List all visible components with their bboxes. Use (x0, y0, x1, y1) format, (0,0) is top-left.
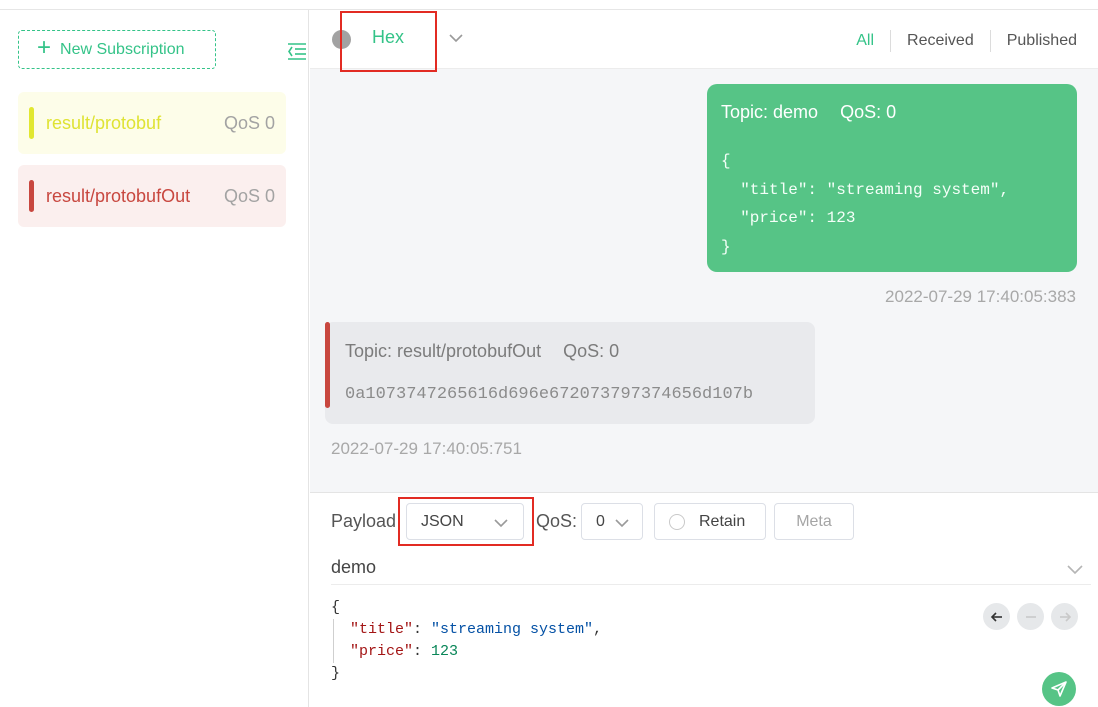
subscription-topic: result/protobuf (46, 112, 162, 133)
message-meta: Topic: demo QoS: 0 (721, 102, 896, 123)
highlight-box (398, 497, 534, 546)
json-key: "title" (350, 621, 414, 638)
mqttx-app: + New Subscription result/protobuf QoS 0… (0, 0, 1098, 707)
message-qos: QoS: 0 (840, 102, 897, 122)
divider (890, 30, 892, 52)
collapse-sidebar-icon[interactable] (287, 42, 307, 60)
arrow-right-icon (1059, 611, 1071, 622)
filter-all[interactable]: All (856, 32, 874, 50)
subscription-color-bar (29, 107, 34, 139)
send-icon (1051, 681, 1067, 697)
chevron-down-icon[interactable] (448, 30, 464, 46)
divider (989, 30, 991, 52)
qos-value: 0 (596, 512, 605, 530)
qos-select[interactable]: 0 (581, 503, 643, 540)
arrow-left-icon (990, 611, 1002, 622)
message-payload: { "title": "streaming system", "price": … (721, 152, 1010, 256)
history-next-button[interactable] (1051, 603, 1078, 630)
subscription-item-result-protobufout[interactable]: result/protobufOut QoS 0 (18, 165, 286, 227)
window-top-bar (0, 0, 1098, 10)
minus-icon (1025, 615, 1036, 618)
subscription-item-result-protobuf[interactable]: result/protobuf QoS 0 (18, 92, 286, 154)
json-string: "streaming system" (431, 621, 594, 638)
message-qos: QoS: 0 (563, 341, 620, 361)
payload-label: Payload (331, 511, 397, 531)
message-topic: Topic: result/protobufOut (345, 341, 542, 361)
json-key: "price" (350, 643, 414, 660)
new-subscription-label: New Subscription (60, 40, 185, 58)
plus-icon: + (37, 34, 52, 61)
editor-line: "title": "streaming system", (350, 621, 603, 638)
message-meta: Topic: result/protobufOut QoS: 0 (345, 341, 619, 362)
message-timestamp: 2022-07-29 17:40:05:751 (331, 439, 522, 458)
message-bubble-received: Topic: result/protobufOut QoS: 0 0a107374… (325, 322, 815, 424)
message-timestamp: 2022-07-29 17:40:05:383 (885, 287, 1076, 306)
message-payload: 0a1073747265616d696e672073797374656d107b (345, 385, 754, 404)
send-button[interactable] (1042, 672, 1076, 706)
publish-panel: Payload JSON QoS: 0 Retain Meta demo {"… (310, 492, 1098, 707)
retain-checkbox[interactable]: Retain (654, 503, 766, 540)
subscription-qos: QoS 0 (223, 185, 275, 206)
chevron-down-icon[interactable] (1066, 560, 1084, 578)
radio-icon (669, 513, 685, 530)
subscription-color-bar (29, 180, 34, 212)
highlight-box (340, 11, 437, 72)
subscription-topic: result/protobufOut (46, 185, 191, 206)
message-list[interactable]: Topic: demo QoS: 0 { "title": "streaming … (310, 70, 1098, 492)
subscription-qos: QoS 0 (223, 112, 275, 133)
retain-label: Retain (699, 512, 746, 530)
editor-indent-block: "title": "streaming system", "price": 12… (333, 619, 602, 663)
qos-label: QoS: (536, 511, 578, 531)
editor-line: } (331, 665, 341, 682)
editor-line: "price": 123 (350, 643, 459, 660)
payload-editor[interactable]: { "title": "streaming system", "price": … (331, 597, 602, 685)
filter-received[interactable]: Received (907, 32, 974, 50)
message-color-bar (325, 322, 330, 408)
message-bubble-sent: Topic: demo QoS: 0 { "title": "streaming … (707, 84, 1077, 272)
chevron-down-icon (615, 519, 629, 528)
message-topic: Topic: demo (721, 102, 819, 122)
message-panel: Hex All Received Published Topic: demo Qo… (310, 10, 1098, 707)
json-number: 123 (431, 643, 459, 660)
topic-input[interactable] (331, 551, 1091, 585)
subscriptions-sidebar: + New Subscription result/protobuf QoS 0… (0, 10, 309, 707)
new-subscription-button[interactable]: + New Subscription (18, 30, 216, 69)
message-filter-tabs: All Received Published (856, 30, 1077, 52)
history-prev-button[interactable] (983, 603, 1010, 630)
filter-published[interactable]: Published (1007, 32, 1077, 50)
history-clear-button[interactable] (1017, 603, 1044, 630)
editor-line: { (331, 599, 341, 616)
message-toolbar: Hex All Received Published (310, 10, 1098, 72)
meta-button[interactable]: Meta (774, 503, 854, 540)
